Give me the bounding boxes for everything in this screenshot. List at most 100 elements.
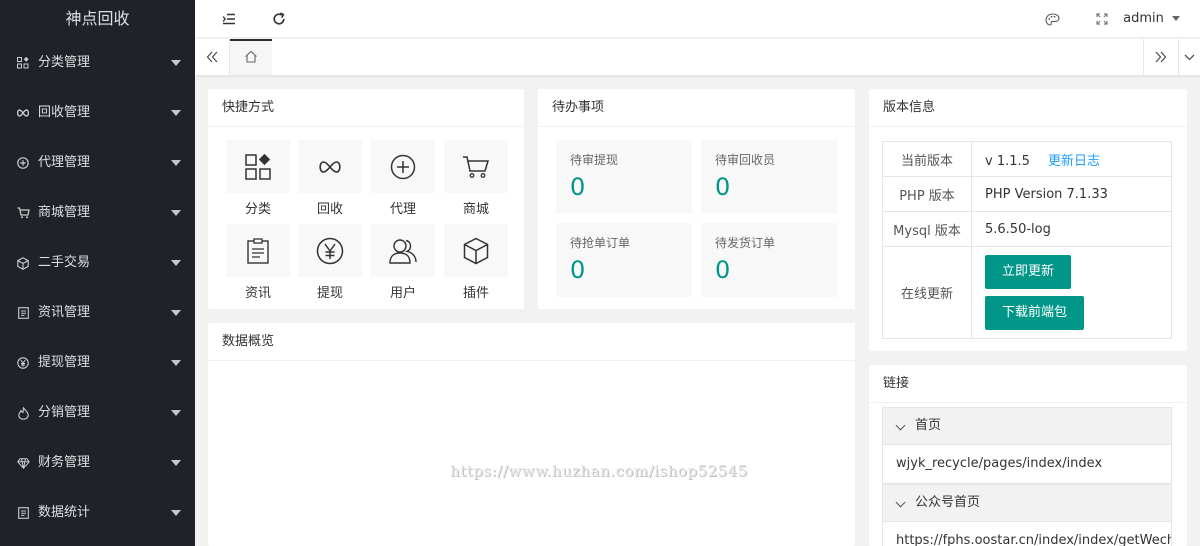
tab-home[interactable] <box>230 39 272 75</box>
theme-palette-icon[interactable] <box>1042 0 1062 38</box>
refresh-icon[interactable] <box>269 0 289 38</box>
caret-down-icon <box>171 360 181 366</box>
shortcut-news[interactable]: 资讯 <box>226 224 290 301</box>
sidebar-item-label: 提现管理 <box>38 355 91 370</box>
todo-ship-orders[interactable]: 待发货订单 0 <box>701 223 837 297</box>
todo-label: 待抢单订单 <box>570 236 631 250</box>
todo-grab-orders[interactable]: 待抢单订单 0 <box>556 223 692 297</box>
update-now-button[interactable]: 立即更新 <box>985 255 1072 289</box>
collapse-title: 公众号首页 <box>915 495 981 510</box>
caret-down-icon <box>171 410 181 416</box>
caret-down-icon <box>171 460 181 466</box>
fire-icon <box>16 388 30 438</box>
shortcut-plugin[interactable]: 插件 <box>444 224 508 301</box>
infinity-icon <box>298 140 362 193</box>
tabs-scroll-right-icon[interactable] <box>1143 39 1178 75</box>
tabs-bar <box>195 39 1200 76</box>
plus-circle-icon <box>16 138 30 188</box>
caret-down-icon <box>171 260 181 266</box>
sidebar-item-mall[interactable]: 商城管理 <box>0 188 195 238</box>
sidebar-item-news[interactable]: 资讯管理 <box>0 288 195 338</box>
user-icon <box>371 224 435 277</box>
data-overview-card: 数据概览 <box>208 323 855 546</box>
tabs-dropdown-icon[interactable] <box>1178 39 1200 75</box>
document-icon <box>16 288 30 338</box>
caret-down-icon <box>171 110 181 116</box>
table-row: PHP 版本 PHP Version 7.1.33 <box>882 176 1172 212</box>
shortcut-label: 插件 <box>462 286 489 301</box>
sidebar-item-label: 二手交易 <box>38 255 91 270</box>
sidebar-item-finance[interactable]: 财务管理 <box>0 438 195 488</box>
todo-label: 待发货订单 <box>715 236 776 250</box>
diamond-icon <box>16 438 30 488</box>
sidebar-item-category[interactable]: 分类管理 <box>0 38 195 88</box>
sidebar-item-secondhand[interactable]: 二手交易 <box>0 238 195 288</box>
shortcut-withdraw[interactable]: 提现 <box>298 224 362 301</box>
changelog-link[interactable]: 更新日志 <box>1048 154 1100 169</box>
shortcut-recycle[interactable]: 回收 <box>298 140 362 217</box>
chevron-down-icon <box>895 420 906 431</box>
menu-fold-icon[interactable] <box>219 0 239 38</box>
collapse-header-home[interactable]: 首页 <box>882 407 1172 445</box>
yen-circle-icon <box>298 224 362 277</box>
top-header: admin <box>195 0 1200 38</box>
chart-doc-icon <box>16 488 30 538</box>
shortcut-label: 用户 <box>389 286 416 301</box>
version-card: 版本信息 当前版本 v 1.1.5 更新日志 PHP 版本 PHP Versio… <box>869 89 1187 351</box>
download-frontend-button[interactable]: 下载前端包 <box>985 296 1085 330</box>
cube-icon <box>16 238 30 288</box>
sidebar-item-label: 商城管理 <box>38 205 91 220</box>
shortcut-label: 提现 <box>316 286 343 301</box>
card-title: 快捷方式 <box>208 89 524 127</box>
links-card: 链接 首页 wjyk_recycle/pages/index/index 公众号… <box>869 365 1187 546</box>
shortcut-category[interactable]: 分类 <box>226 140 290 217</box>
shortcut-agent[interactable]: 代理 <box>371 140 435 217</box>
sidebar-item-label: 资讯管理 <box>38 305 91 320</box>
collapse-header-wechat[interactable]: 公众号首页 <box>882 484 1172 522</box>
card-title: 链接 <box>869 365 1187 403</box>
shortcut-label: 分类 <box>244 202 271 217</box>
todo-pending-withdraw[interactable]: 待审提现 0 <box>556 140 692 214</box>
cart-icon <box>444 140 508 193</box>
version-table: 当前版本 v 1.1.5 更新日志 PHP 版本 PHP Version 7.1… <box>882 141 1172 339</box>
watermark-text: https://www.huzhan.com/ishop52545 <box>450 462 748 480</box>
table-row: Mysql 版本 5.6.50-log <box>882 211 1172 247</box>
collapse-title: 首页 <box>915 418 942 433</box>
todo-count: 0 <box>715 173 731 201</box>
shortcuts-card: 快捷方式 分类 回收 代理 商城 资讯 提现 用户 插件 <box>208 89 524 309</box>
sidebar-item-withdraw[interactable]: 提现管理 <box>0 338 195 388</box>
sidebar-item-label: 回收管理 <box>38 105 91 120</box>
user-menu[interactable]: admin <box>1123 0 1180 38</box>
todo-count: 0 <box>570 173 586 201</box>
version-key: 在线更新 <box>882 246 972 339</box>
todo-label: 待审提现 <box>570 153 619 167</box>
card-title: 待办事项 <box>538 89 855 127</box>
fullscreen-icon[interactable] <box>1092 0 1112 38</box>
caret-down-icon <box>171 210 181 216</box>
caret-down-icon <box>171 60 181 66</box>
sidebar-item-agent[interactable]: 代理管理 <box>0 138 195 188</box>
home-icon <box>244 50 258 67</box>
shortcut-user[interactable]: 用户 <box>371 224 435 301</box>
sidebar-item-statistics[interactable]: 数据统计 <box>0 488 195 538</box>
shortcut-label: 回收 <box>316 202 343 217</box>
tabs-scroll-left-icon[interactable] <box>195 39 230 75</box>
sidebar-item-label: 分销管理 <box>38 405 91 420</box>
shortcut-mall[interactable]: 商城 <box>444 140 508 217</box>
infinity-icon <box>16 88 30 138</box>
category-icon <box>226 140 290 193</box>
table-row: 当前版本 v 1.1.5 更新日志 <box>882 141 1172 177</box>
sidebar-item-distribution[interactable]: 分销管理 <box>0 388 195 438</box>
sidebar-item-label: 数据统计 <box>38 505 91 520</box>
version-key: 当前版本 <box>882 141 972 177</box>
sidebar: 神点回收 分类管理 回收管理 代理管理 商城管理 二手交易 资讯管理 提现管理 … <box>0 0 195 546</box>
app-logo[interactable]: 神点回收 <box>0 0 195 38</box>
todo-pending-recycler[interactable]: 待审回收员 0 <box>701 140 837 214</box>
link-wechat-url[interactable]: https://fphs.oostar.cn/index/index/getWe… <box>882 522 1172 546</box>
category-icon <box>16 38 30 88</box>
link-home-path[interactable]: wjyk_recycle/pages/index/index <box>882 445 1172 484</box>
sidebar-item-recycle[interactable]: 回收管理 <box>0 88 195 138</box>
table-row: 在线更新 立即更新 下载前端包 <box>882 246 1172 339</box>
todo-card: 待办事项 待审提现 0 待审回收员 0 待抢单订单 0 待发货订单 0 <box>538 89 855 309</box>
shortcut-label: 资讯 <box>244 286 271 301</box>
